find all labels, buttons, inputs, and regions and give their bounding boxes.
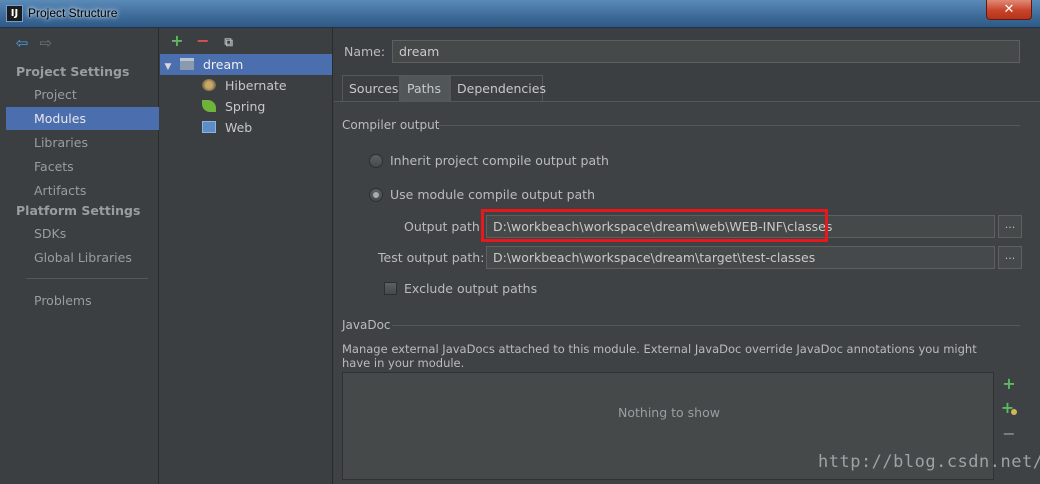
exclude-output-paths-label[interactable]: Exclude output paths [404, 281, 537, 296]
intellij-app-icon: IJ [6, 5, 23, 22]
highlight-box [481, 209, 828, 242]
inherit-output-label[interactable]: Inherit project compile output path [390, 153, 609, 168]
compiler-output-heading: Compiler output [342, 118, 440, 132]
name-label: Name: [344, 44, 386, 59]
module-tree-panel: + − ⧉ ▼ dream Hibernate Spring Web [160, 28, 333, 484]
sidebar-item-modules[interactable]: Modules [6, 107, 159, 130]
module-name-field[interactable]: dream [392, 40, 1020, 63]
project-settings-heading: Project Settings [16, 64, 130, 79]
group-divider [392, 325, 1020, 326]
spring-leaf-icon [202, 100, 216, 112]
inherit-output-radio[interactable] [369, 154, 383, 168]
globe-badge-icon [1011, 409, 1018, 415]
tree-item-spring[interactable]: Spring [160, 96, 332, 117]
sidebar-divider [26, 278, 148, 279]
nav-arrows: ⇦ ⇨ [12, 34, 56, 54]
tree-item-web[interactable]: Web [160, 117, 332, 138]
empty-list-text: Nothing to show [618, 405, 720, 420]
browse-test-output-path-button[interactable]: ... [998, 246, 1022, 269]
tree-toolbar: + − ⧉ [166, 32, 240, 52]
sidebar-item-sdks[interactable]: SDKs [6, 222, 159, 245]
hibernate-icon [202, 79, 216, 91]
watermark-text: http://blog.csdn.net/ [818, 452, 1040, 472]
output-path-label: Output path: [404, 219, 485, 234]
tree-item-label: Web [224, 120, 253, 135]
title-bar: IJ Project Structure ✕ [0, 0, 1040, 28]
javadoc-description: Manage external JavaDocs attached to thi… [342, 342, 977, 370]
test-output-path-field[interactable]: D:\workbeach\workspace\dream\target\test… [486, 246, 995, 269]
back-arrow-icon[interactable]: ⇦ [12, 34, 32, 52]
javadoc-heading: JavaDoc [342, 318, 391, 332]
tab-dependencies[interactable]: Dependencies [450, 75, 546, 101]
remove-javadoc-icon[interactable]: − [999, 424, 1019, 444]
group-divider [438, 125, 1020, 126]
web-module-icon [202, 121, 216, 133]
close-button[interactable]: ✕ [986, 0, 1032, 20]
test-output-path-label: Test output path: [378, 250, 485, 265]
exclude-output-paths-checkbox[interactable] [384, 282, 397, 295]
sidebar-item-global-libraries[interactable]: Global Libraries [6, 246, 159, 269]
add-javadoc-icon[interactable]: + [999, 374, 1019, 394]
browse-output-path-button[interactable]: ... [998, 215, 1022, 238]
use-module-output-radio[interactable] [369, 188, 383, 202]
window-title: Project Structure [28, 6, 118, 20]
use-module-output-label[interactable]: Use module compile output path [390, 187, 595, 202]
module-folder-icon [179, 58, 194, 70]
tree-item-label: Spring [224, 99, 266, 114]
sidebar-item-project[interactable]: Project [6, 83, 159, 106]
add-javadoc-url-icon[interactable]: + [999, 398, 1019, 418]
sidebar-item-artifacts[interactable]: Artifacts [6, 179, 159, 202]
tab-paths[interactable]: Paths [400, 75, 450, 101]
tree-item-hibernate[interactable]: Hibernate [160, 75, 332, 96]
settings-sidebar: ⇦ ⇨ Project Settings Project Modules Lib… [6, 28, 159, 484]
forward-arrow-icon[interactable]: ⇨ [36, 34, 56, 52]
sidebar-item-facets[interactable]: Facets [6, 155, 159, 178]
add-icon[interactable]: + [166, 32, 188, 50]
tree-item-label: Hibernate [224, 78, 287, 93]
remove-icon[interactable]: − [192, 32, 214, 50]
tab-sources[interactable]: Sources [342, 75, 400, 101]
tree-item-label: dream [202, 57, 244, 72]
sidebar-item-problems[interactable]: Problems [6, 289, 159, 312]
tree-item-dream[interactable]: ▼ dream [160, 54, 332, 75]
platform-settings-heading: Platform Settings [16, 203, 141, 218]
sidebar-item-libraries[interactable]: Libraries [6, 131, 159, 154]
module-settings-panel: Name: dream Sources Paths Dependencies C… [334, 28, 1040, 484]
copy-icon[interactable]: ⧉ [218, 33, 240, 51]
